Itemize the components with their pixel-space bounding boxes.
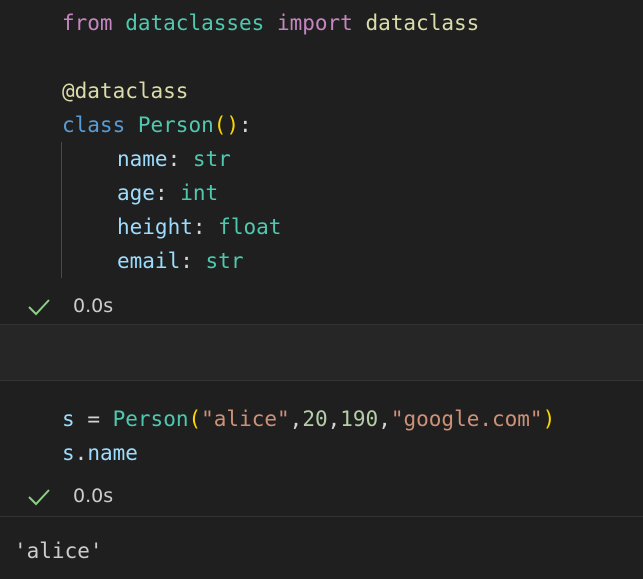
paren-close: ) (542, 407, 556, 431)
field-name: age (117, 181, 155, 205)
check-icon (27, 479, 51, 513)
keyword-class: class (62, 113, 126, 137)
keyword-from: from (62, 11, 113, 35)
arg-number: 190 (340, 407, 379, 431)
empty-cell[interactable] (0, 325, 643, 380)
arg-string: "google.com" (390, 407, 543, 431)
attribute: name (87, 441, 138, 465)
module-name: dataclasses (125, 11, 265, 35)
field-type: str (205, 249, 244, 273)
field-type: str (192, 147, 231, 171)
arg-string: "alice" (201, 407, 290, 431)
colon: : (239, 113, 252, 137)
dot: . (74, 441, 88, 465)
class-name: Person (137, 113, 214, 137)
code-line-attr[interactable]: s.name (62, 436, 138, 470)
execution-status: 0.0s (0, 289, 643, 323)
paren-open: ( (188, 407, 202, 431)
comma: , (289, 407, 303, 431)
code-line-decorator[interactable]: @dataclass (62, 74, 188, 108)
code-cell-2[interactable]: s = Person("alice",20,190,"google.com") … (0, 381, 643, 516)
imported-name: dataclass (365, 11, 480, 35)
output-divider (0, 516, 643, 517)
keyword-import: import (276, 11, 353, 35)
variable: s (62, 441, 75, 465)
field-colon: : (154, 181, 168, 205)
field-name: name (117, 147, 168, 171)
execution-time: 0.0s (73, 485, 114, 507)
cell-output: 'alice' (14, 539, 103, 563)
execution-time: 0.0s (73, 295, 114, 317)
field-colon: : (180, 249, 193, 273)
code-line-import[interactable]: from dataclasses import dataclass (62, 6, 479, 40)
indent-guide (61, 142, 62, 278)
code-cell-1[interactable]: from dataclasses import dataclass @datac… (0, 0, 643, 324)
paren-open: ( (213, 113, 227, 137)
field-type: int (180, 181, 219, 205)
field-name: height (117, 215, 193, 239)
code-line-field-email[interactable]: email: str (117, 244, 243, 278)
paren-close: ) (226, 113, 240, 137)
comma: , (378, 407, 391, 431)
code-line-field-height[interactable]: height: float (117, 210, 281, 244)
comma: , (327, 407, 341, 431)
field-colon: : (192, 215, 206, 239)
code-line-field-name[interactable]: name: str (117, 142, 231, 176)
code-line-field-age[interactable]: age: int (117, 176, 218, 210)
code-line-classdef[interactable]: class Person(): (62, 108, 252, 142)
field-name: email (117, 249, 181, 273)
decorator: @dataclass (62, 79, 189, 103)
code-line-assign[interactable]: s = Person("alice",20,190,"google.com") (62, 402, 555, 436)
operator: = (87, 407, 100, 431)
field-type: float (218, 215, 282, 239)
execution-status: 0.0s (0, 479, 643, 513)
check-icon (27, 289, 51, 323)
arg-number: 20 (302, 407, 328, 431)
field-colon: : (167, 147, 181, 171)
call-name: Person (112, 407, 189, 431)
variable: s (62, 407, 75, 431)
